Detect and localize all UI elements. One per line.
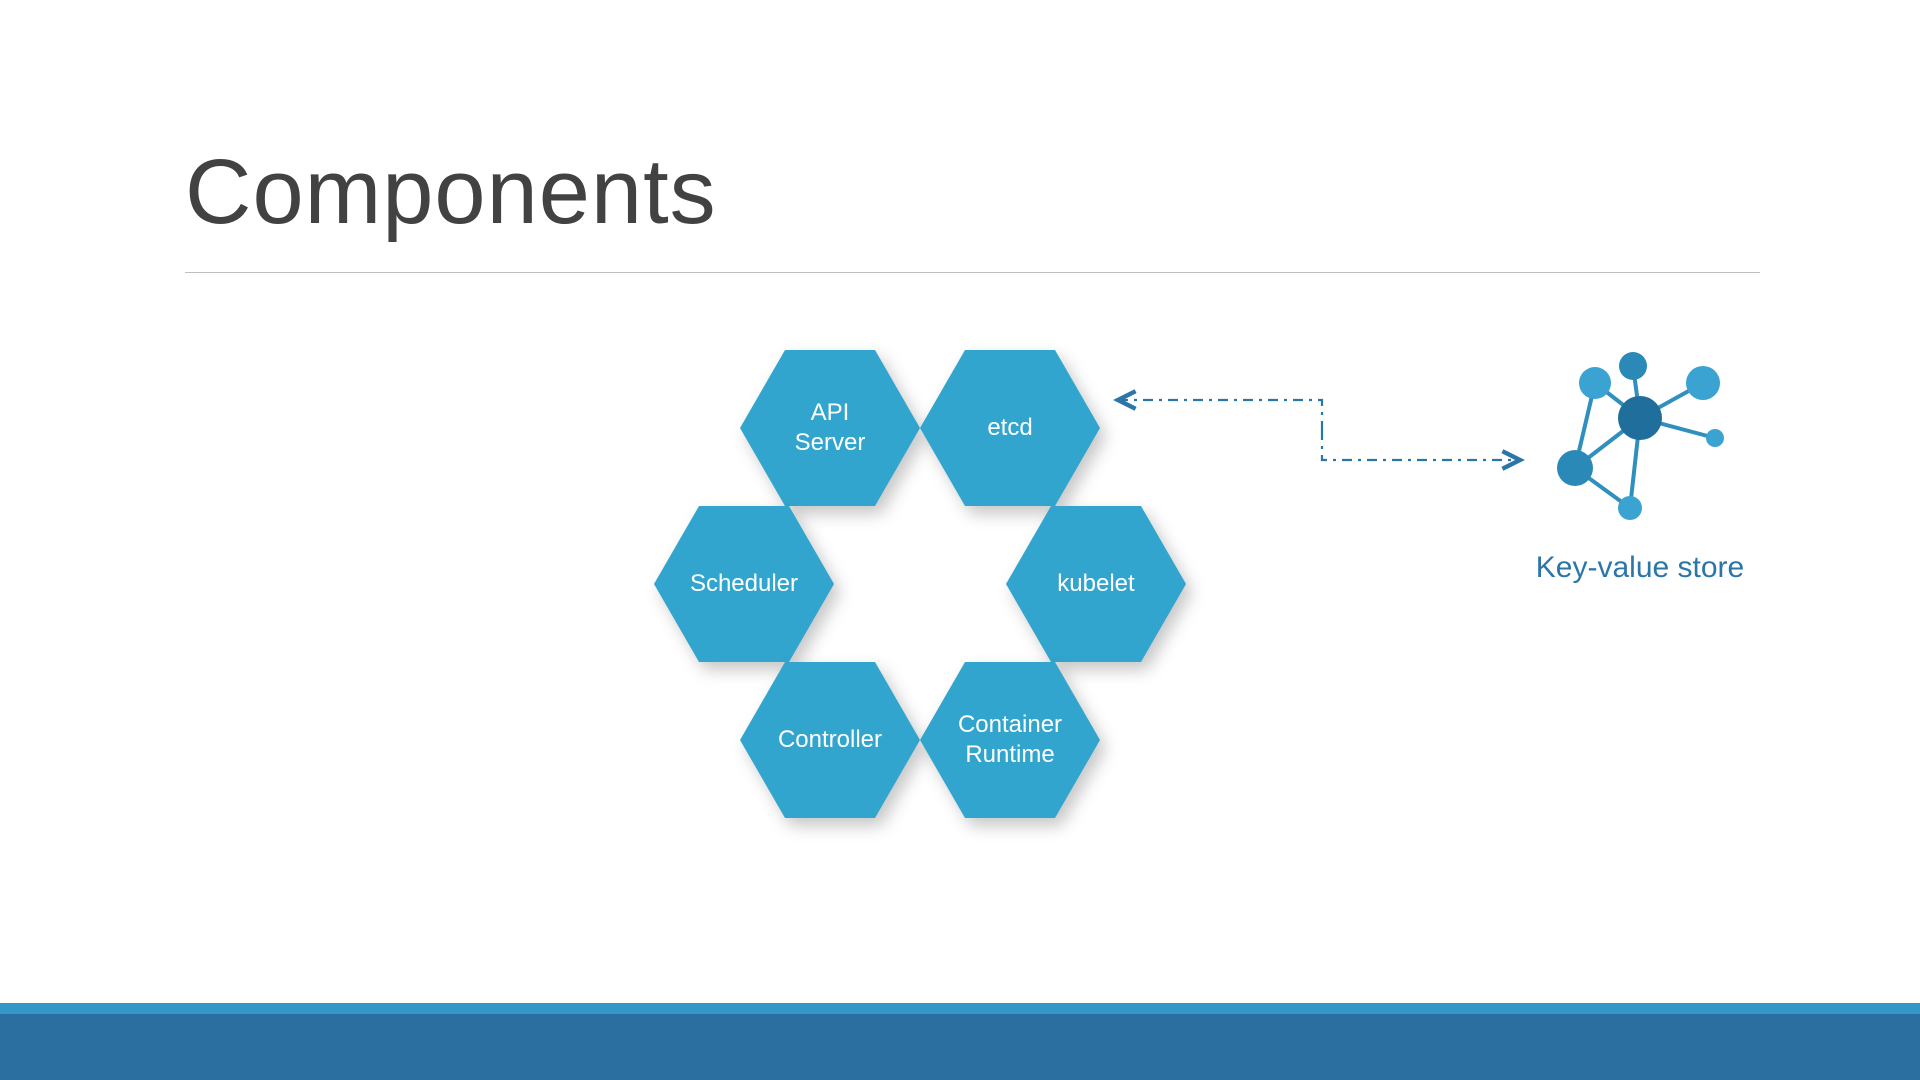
slide: Components API Server etcd Scheduler xyxy=(0,0,1920,1080)
hex-label: kubelet xyxy=(1006,506,1186,662)
hex-etcd: etcd xyxy=(920,350,1100,506)
footer-accent-bar xyxy=(0,1003,1920,1014)
hex-kubelet: kubelet xyxy=(1006,506,1186,662)
hex-label: Container Runtime xyxy=(920,662,1100,818)
title-underline xyxy=(185,272,1760,273)
footer xyxy=(0,1003,1920,1080)
key-value-store: Key-value store xyxy=(1530,348,1750,585)
hex-controller: Controller xyxy=(740,662,920,818)
footer-main-bar xyxy=(0,1014,1920,1080)
page-title: Components xyxy=(185,140,717,245)
hex-label: etcd xyxy=(920,350,1100,506)
hex-scheduler: Scheduler xyxy=(654,506,834,662)
hex-label: Scheduler xyxy=(654,506,834,662)
network-graph-icon xyxy=(1545,348,1735,528)
hex-container-runtime: Container Runtime xyxy=(920,662,1100,818)
key-value-store-label: Key-value store xyxy=(1530,551,1750,585)
hexagon-cluster: API Server etcd Scheduler kubelet Contro xyxy=(640,350,1240,890)
hex-label: Controller xyxy=(740,662,920,818)
hex-label: API Server xyxy=(740,350,920,506)
hex-api-server: API Server xyxy=(740,350,920,506)
